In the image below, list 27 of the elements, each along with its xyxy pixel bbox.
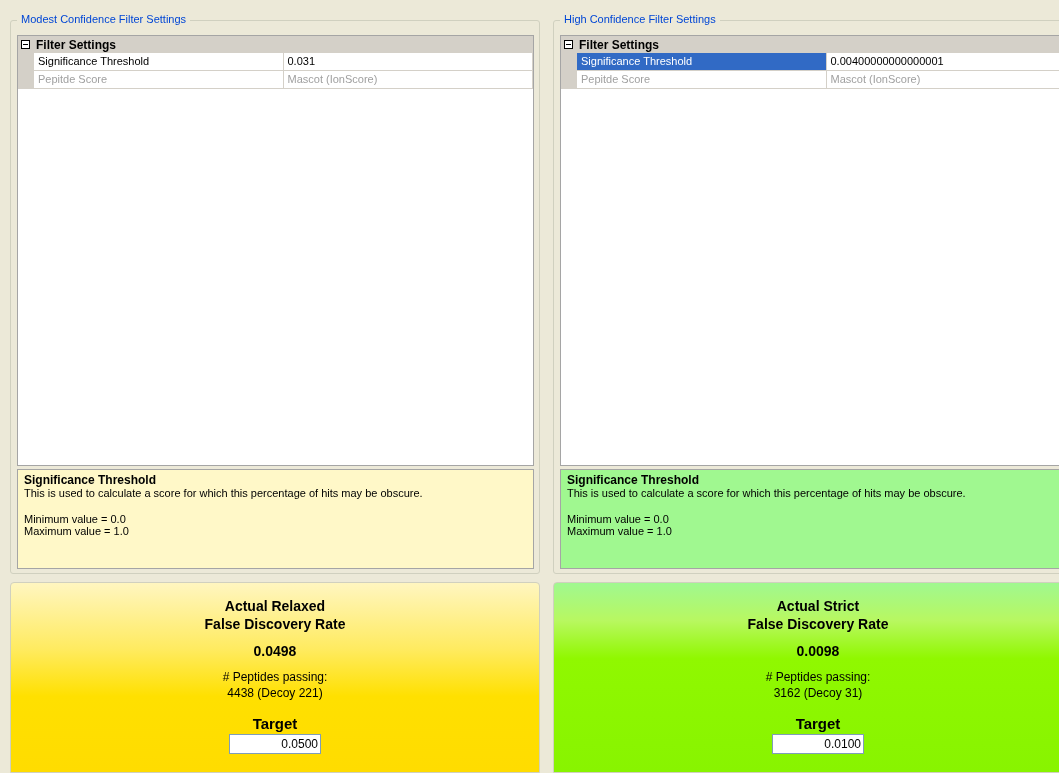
help-title: Significance Threshold <box>24 473 158 487</box>
result-heading: Actual Strict False Discovery Rate <box>747 597 889 633</box>
target-label: Target <box>252 715 298 732</box>
category-label: Filter Settings <box>36 37 116 52</box>
collapse-icon[interactable] <box>21 40 30 49</box>
rate-value: 0.0098 <box>796 643 840 659</box>
help-line: Maximum value = 1.0 <box>24 525 130 537</box>
help-title: Significance Threshold <box>567 473 701 487</box>
passing-label: # Peptides passing: <box>765 669 871 685</box>
category-label: Filter Settings <box>579 37 659 52</box>
passing-count: 4438 (Decoy 221) <box>227 685 323 701</box>
help-text: This is used to calculate a score for which this percentage of hits may be obscure. <box>24 487 424 499</box>
help-line: Minimum value = 0.0 <box>24 513 127 525</box>
rate-value: 0.0498 <box>253 643 297 659</box>
result-heading: Actual Relaxed False Discovery Rate <box>204 597 346 633</box>
target-field[interactable]: 0.0100 <box>772 734 864 754</box>
group-title: Modest Confidence Filter Settings <box>17 13 191 25</box>
target-field[interactable]: 0.0500 <box>229 734 321 754</box>
help-line: Minimum value = 0.0 <box>567 513 670 525</box>
property-name[interactable]: Significance Threshold <box>577 53 827 70</box>
collapse-icon[interactable] <box>564 40 573 49</box>
help-text: This is used to calculate a score for which this percentage of hits may be obscure. <box>567 487 967 499</box>
target-label: Target <box>795 715 841 732</box>
help-line: Maximum value = 1.0 <box>567 525 673 537</box>
group-title: High Confidence Filter Settings <box>560 13 720 25</box>
passing-count: 3162 (Decoy 31) <box>773 685 863 701</box>
passing-label: # Peptides passing: <box>222 669 328 685</box>
